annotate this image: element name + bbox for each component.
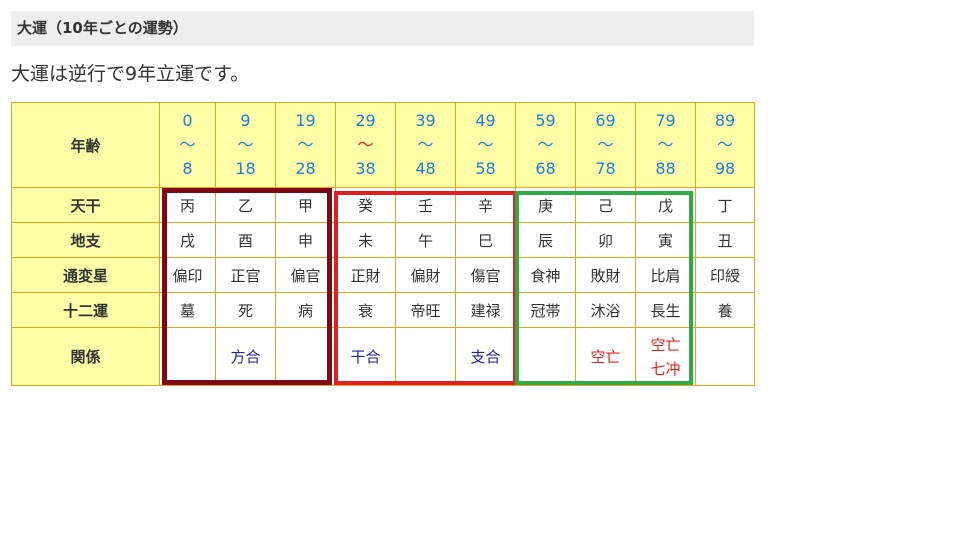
tsuhen-cell: 偏官 xyxy=(275,257,336,293)
row-label-chishi: 地支 xyxy=(11,222,160,258)
juniun-cell: 養 xyxy=(695,292,755,328)
tsuhen-cell: 正官 xyxy=(215,257,276,293)
tsuhen-cell: 比肩 xyxy=(635,257,696,293)
row-label-juniun: 十二運 xyxy=(11,292,160,328)
kankei-cell xyxy=(159,327,216,386)
age-cell: 89 〜 98 xyxy=(695,102,755,188)
age-cell: 9 〜 18 xyxy=(215,102,276,188)
chishi-row: 地支 戌 酉 申 未 午 巳 辰 卯 寅 丑 xyxy=(11,222,755,258)
chishi-cell: 未 xyxy=(335,222,396,258)
juniun-cell: 病 xyxy=(275,292,336,328)
section-header: 大運（10年ごとの運勢） xyxy=(11,11,754,46)
kankei-cell xyxy=(395,327,456,386)
juniun-cell: 衰 xyxy=(335,292,396,328)
chishi-cell: 午 xyxy=(395,222,456,258)
chishi-cell: 申 xyxy=(275,222,336,258)
juniun-cell: 帝旺 xyxy=(395,292,456,328)
row-label-tsuhen: 通変星 xyxy=(11,257,160,293)
kankei-cell: 干合 xyxy=(335,327,396,386)
tsuhen-cell: 敗財 xyxy=(575,257,636,293)
age-cell-current: 29 〜 38 xyxy=(335,102,396,188)
kankei-cell: 空亡 xyxy=(575,327,636,386)
chishi-cell: 巳 xyxy=(455,222,516,258)
juniun-row: 十二運 墓 死 病 衰 帝旺 建禄 冠帯 沐浴 長生 養 xyxy=(11,292,755,328)
chishi-cell: 丑 xyxy=(695,222,755,258)
chishi-cell: 酉 xyxy=(215,222,276,258)
tenkan-cell: 丙 xyxy=(159,187,216,223)
tenkan-cell: 癸 xyxy=(335,187,396,223)
tenkan-cell: 己 xyxy=(575,187,636,223)
juniun-cell: 冠帯 xyxy=(515,292,576,328)
tenkan-row: 天干 丙 乙 甲 癸 壬 辛 庚 己 戊 丁 xyxy=(11,187,755,223)
intro-text: 大運は逆行で9年立運です。 xyxy=(11,63,250,85)
tsuhen-row: 通変星 偏印 正官 偏官 正財 偏財 傷官 食神 敗財 比肩 印綬 xyxy=(11,257,755,293)
kankei-cell xyxy=(695,327,755,386)
age-cell: 19 〜 28 xyxy=(275,102,336,188)
tsuhen-cell: 傷官 xyxy=(455,257,516,293)
tenkan-cell: 庚 xyxy=(515,187,576,223)
tenkan-cell: 乙 xyxy=(215,187,276,223)
age-cell: 69 〜 78 xyxy=(575,102,636,188)
tsuhen-cell: 偏財 xyxy=(395,257,456,293)
juniun-cell: 墓 xyxy=(159,292,216,328)
tenkan-cell: 辛 xyxy=(455,187,516,223)
tsuhen-cell: 偏印 xyxy=(159,257,216,293)
tsuhen-cell: 正財 xyxy=(335,257,396,293)
age-cell: 79 〜 88 xyxy=(635,102,696,188)
age-row: 年齢 0 〜 8 9 〜 18 19 〜 28 29 〜 38 39 〜 48 49 〜 58 59 〜 6… xyxy=(11,102,755,188)
section-title: 大運（10年ごとの運勢） xyxy=(17,19,188,37)
daiun-table: 年齢 0 〜 8 9 〜 18 19 〜 28 29 〜 38 39 〜 48 49 〜 58 59 〜 6… xyxy=(11,102,755,386)
juniun-cell: 沐浴 xyxy=(575,292,636,328)
kankei-row: 関係 方合 干合 支合 空亡 空亡 七冲 xyxy=(11,327,755,386)
juniun-cell: 死 xyxy=(215,292,276,328)
chishi-cell: 辰 xyxy=(515,222,576,258)
tsuhen-cell: 印綬 xyxy=(695,257,755,293)
tenkan-cell: 甲 xyxy=(275,187,336,223)
tenkan-cell: 丁 xyxy=(695,187,755,223)
age-cell: 59 〜 68 xyxy=(515,102,576,188)
juniun-cell: 長生 xyxy=(635,292,696,328)
age-cell: 49 〜 58 xyxy=(455,102,516,188)
tenkan-cell: 戊 xyxy=(635,187,696,223)
juniun-cell: 建禄 xyxy=(455,292,516,328)
tenkan-cell: 壬 xyxy=(395,187,456,223)
chishi-cell: 卯 xyxy=(575,222,636,258)
kankei-cell: 方合 xyxy=(215,327,276,386)
kankei-cell: 空亡 七冲 xyxy=(635,327,696,386)
chishi-cell: 戌 xyxy=(159,222,216,258)
age-cell: 39 〜 48 xyxy=(395,102,456,188)
row-label-tenkan: 天干 xyxy=(11,187,160,223)
age-cell: 0 〜 8 xyxy=(159,102,216,188)
tsuhen-cell: 食神 xyxy=(515,257,576,293)
kankei-cell xyxy=(275,327,336,386)
chishi-cell: 寅 xyxy=(635,222,696,258)
kankei-cell xyxy=(515,327,576,386)
row-label-age: 年齢 xyxy=(11,102,160,188)
row-label-kankei: 関係 xyxy=(11,327,160,386)
kankei-cell: 支合 xyxy=(455,327,516,386)
